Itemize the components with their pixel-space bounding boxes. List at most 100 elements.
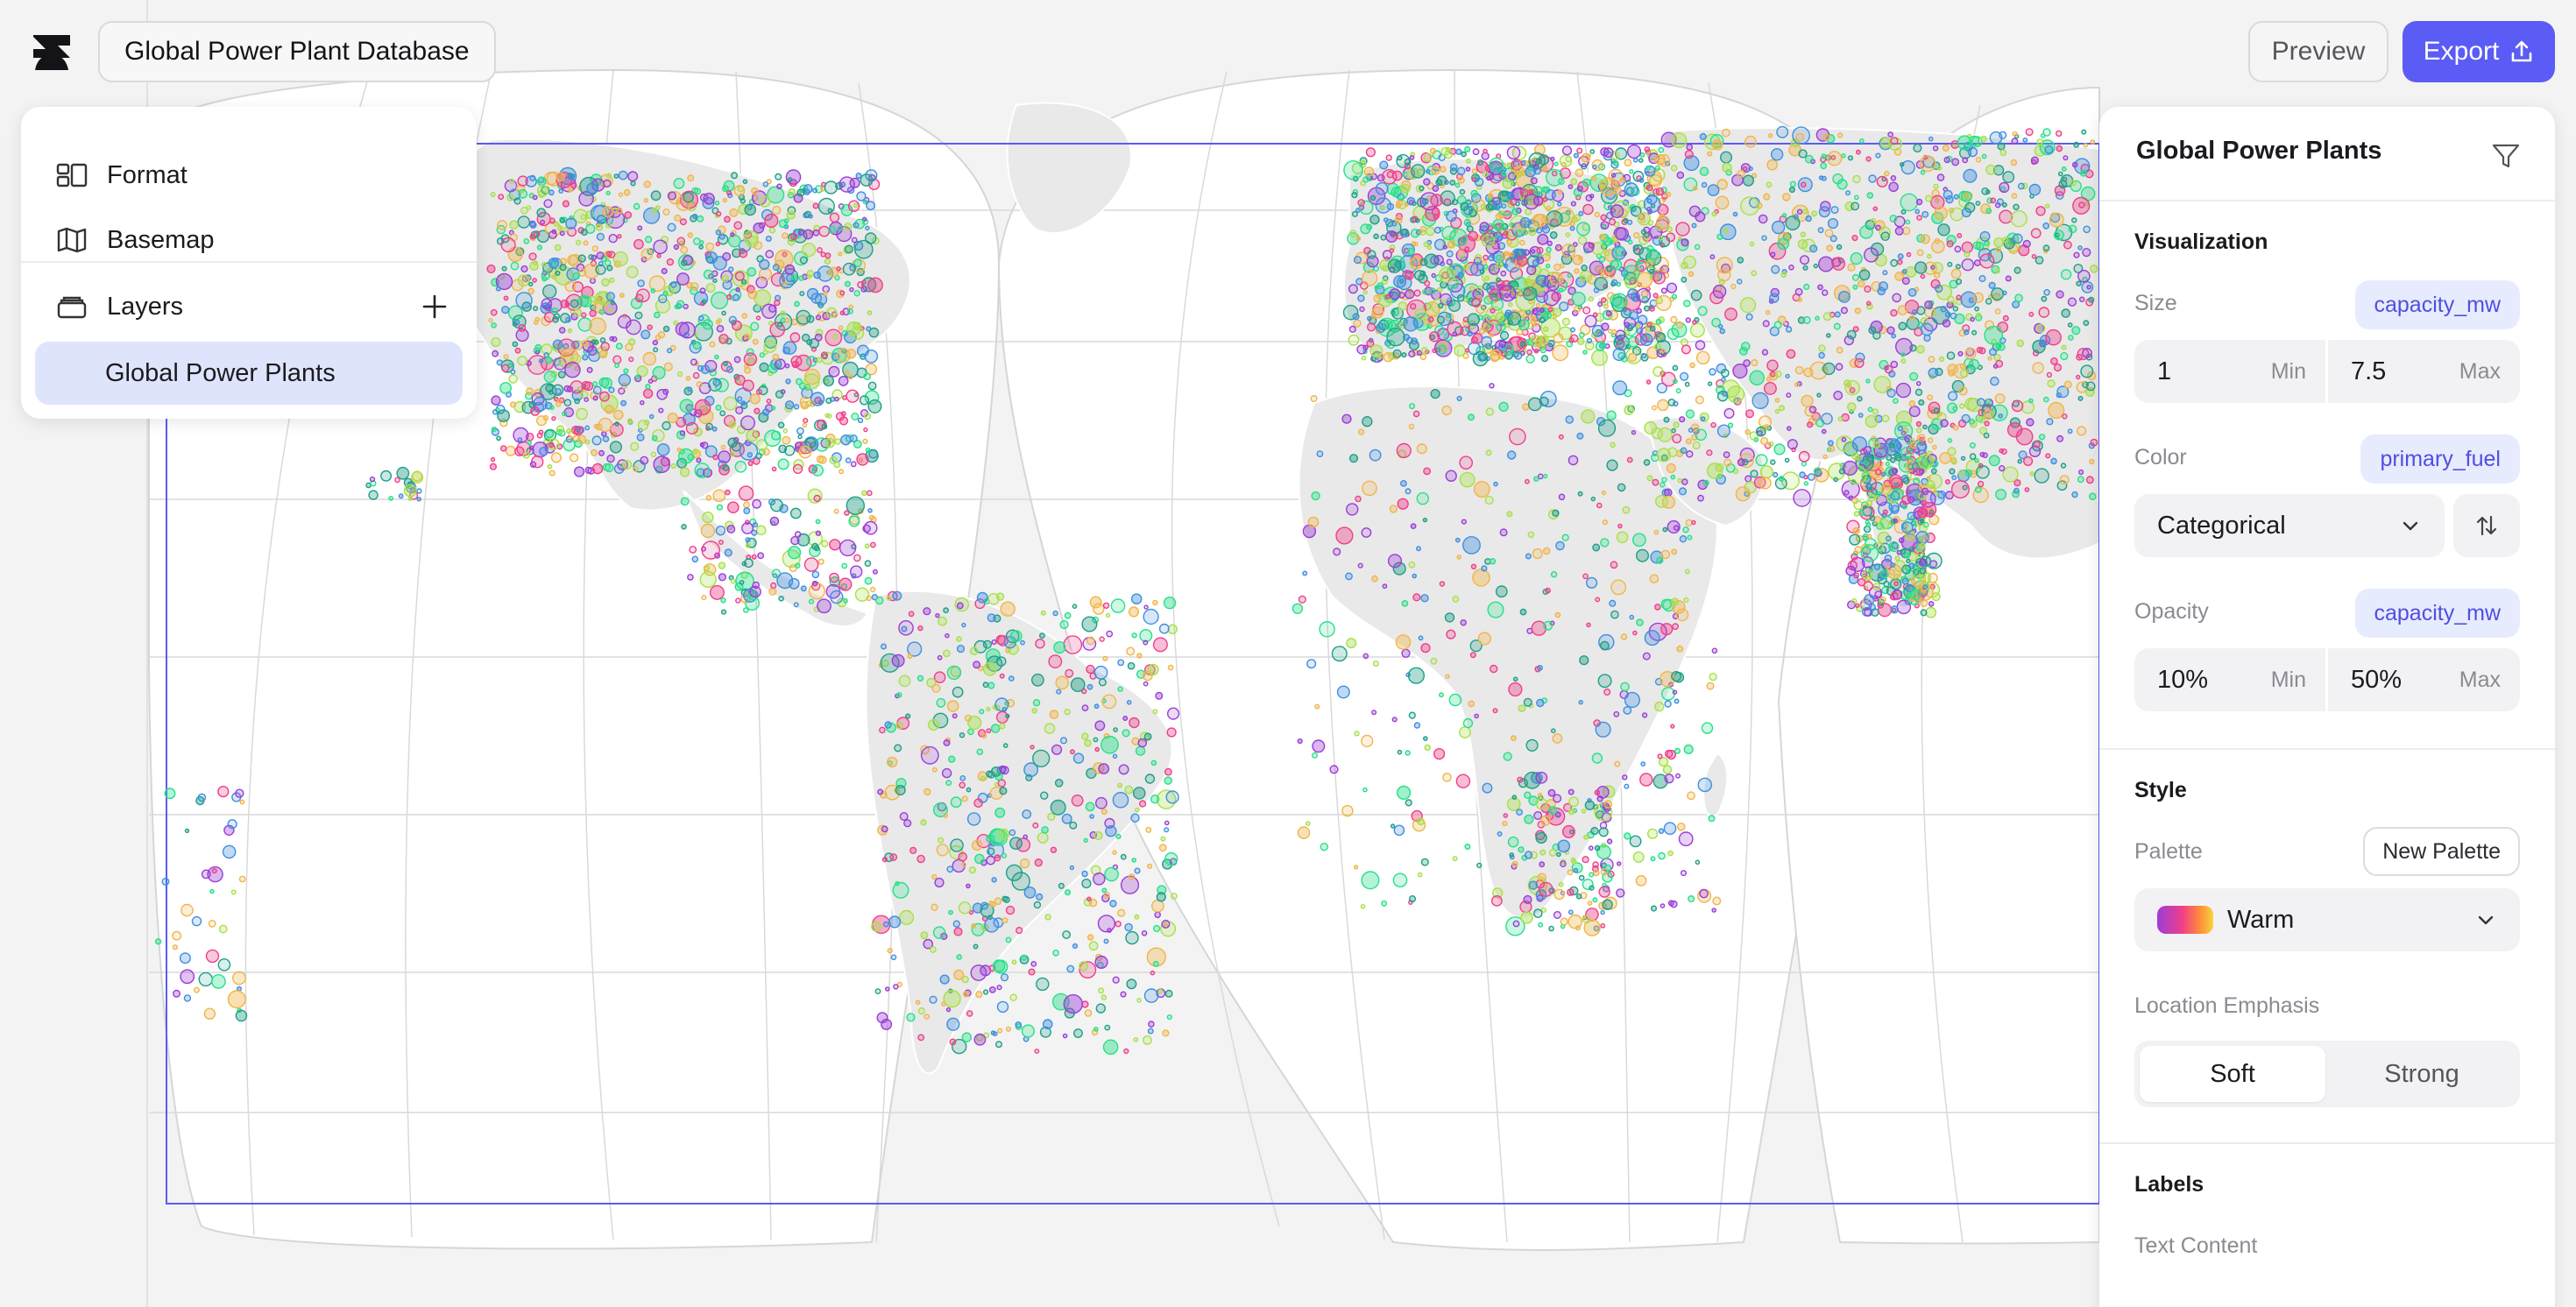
plant-marker xyxy=(208,920,216,928)
plant-marker xyxy=(539,446,548,456)
plant-marker xyxy=(1629,169,1634,174)
plant-marker xyxy=(1468,230,1479,242)
reverse-order-button[interactable] xyxy=(2453,494,2520,557)
plant-marker xyxy=(554,244,562,251)
plant-marker xyxy=(769,516,780,526)
opacity-min-field[interactable]: 10% Min xyxy=(2134,648,2325,711)
plant-marker xyxy=(1016,926,1023,935)
plant-marker xyxy=(715,241,720,247)
plant-marker xyxy=(1897,425,1903,432)
plant-marker xyxy=(692,213,698,220)
emphasis-soft-option[interactable]: Soft xyxy=(2140,1046,2325,1102)
plant-marker xyxy=(1485,449,1492,456)
plant-marker xyxy=(1509,198,1518,206)
plant-marker xyxy=(518,188,528,199)
plant-marker xyxy=(1523,230,1529,236)
plant-marker xyxy=(1008,675,1015,682)
plant-marker xyxy=(673,244,680,251)
plant-marker xyxy=(1409,155,1415,160)
plant-marker xyxy=(1533,811,1543,821)
plant-marker xyxy=(517,355,527,366)
plant-marker xyxy=(1666,226,1673,233)
plant-marker xyxy=(1362,653,1369,660)
opacity-max-field[interactable]: 50% Max xyxy=(2328,648,2520,711)
plant-marker xyxy=(746,429,759,442)
document-title-button[interactable]: Global Power Plant Database xyxy=(98,21,496,82)
plant-marker xyxy=(1610,579,1627,596)
plant-marker xyxy=(1933,407,1941,414)
add-layer-button[interactable] xyxy=(417,289,452,324)
plant-marker xyxy=(853,222,860,229)
map-icon xyxy=(57,227,87,253)
plant-marker xyxy=(1525,738,1539,752)
plant-marker xyxy=(1955,264,1962,270)
plant-marker xyxy=(820,351,829,359)
color-mode-value: Categorical xyxy=(2157,511,2286,540)
plant-marker xyxy=(1985,298,1992,305)
plant-marker xyxy=(1560,860,1567,868)
plant-marker xyxy=(1647,248,1660,260)
plant-marker xyxy=(1685,317,1692,323)
basemap-menu-item[interactable]: Basemap xyxy=(56,215,215,265)
plant-marker xyxy=(1748,166,1753,172)
size-max-field[interactable]: 7.5 Max xyxy=(2328,340,2520,403)
plant-marker xyxy=(1772,471,1779,478)
plant-marker xyxy=(1051,744,1063,755)
new-palette-button[interactable]: New Palette xyxy=(2363,827,2520,876)
export-button[interactable]: Export xyxy=(2403,21,2555,82)
plant-marker xyxy=(738,485,754,502)
plant-marker xyxy=(937,837,945,844)
emphasis-strong-option[interactable]: Strong xyxy=(2329,1046,2515,1102)
color-mode-select[interactable]: Categorical xyxy=(2134,494,2445,557)
plant-marker xyxy=(1972,241,1982,250)
color-field-value: primary_fuel xyxy=(2380,446,2501,471)
plant-marker xyxy=(718,233,725,240)
format-menu-item[interactable]: Format xyxy=(56,151,188,200)
plant-marker xyxy=(1631,430,1637,435)
filter-button[interactable] xyxy=(2490,140,2522,172)
plant-marker xyxy=(564,280,577,293)
plant-marker xyxy=(674,214,682,223)
plant-marker xyxy=(1688,271,1695,278)
plant-marker xyxy=(1517,255,1528,267)
plant-marker xyxy=(1502,820,1508,827)
plant-marker xyxy=(1822,454,1829,460)
plant-marker xyxy=(1093,737,1099,743)
plant-marker xyxy=(1837,132,1844,138)
size-min-field[interactable]: 1 Min xyxy=(2134,340,2325,403)
plant-marker xyxy=(1137,738,1148,748)
plant-marker xyxy=(1960,456,1966,461)
plant-marker xyxy=(1582,242,1595,253)
plant-marker xyxy=(1568,809,1575,816)
color-field-chip[interactable]: primary_fuel xyxy=(2360,434,2520,484)
plant-marker xyxy=(1100,994,1108,1000)
plant-marker xyxy=(1684,381,1690,387)
plant-marker xyxy=(2081,129,2087,135)
opacity-field-chip[interactable]: capacity_mw xyxy=(2354,589,2520,638)
plant-marker xyxy=(1481,565,1488,572)
plant-marker xyxy=(1853,500,1864,511)
plant-marker xyxy=(1131,632,1137,639)
plant-marker xyxy=(1659,482,1666,488)
plant-marker xyxy=(700,523,716,539)
plant-marker xyxy=(1960,190,1972,202)
plant-marker xyxy=(1991,287,2005,301)
plant-marker xyxy=(764,213,779,229)
layer-item-global-power-plants[interactable]: Global Power Plants xyxy=(35,342,463,405)
plant-marker xyxy=(1352,313,1360,321)
plant-marker xyxy=(1802,315,1811,324)
size-field-chip[interactable]: capacity_mw xyxy=(2354,280,2520,329)
app-logo[interactable] xyxy=(32,33,72,72)
plant-marker xyxy=(735,597,741,604)
plant-marker xyxy=(1851,235,1858,242)
preview-button[interactable]: Preview xyxy=(2248,21,2388,82)
plant-marker xyxy=(1700,416,1706,421)
plant-marker xyxy=(905,713,911,719)
palette-select[interactable]: Warm xyxy=(2134,888,2520,951)
plant-marker xyxy=(1617,523,1623,529)
plant-marker xyxy=(488,317,493,323)
plant-marker xyxy=(1652,271,1667,285)
plant-marker xyxy=(999,723,1006,730)
plant-marker xyxy=(209,888,215,894)
plant-marker xyxy=(2036,138,2044,146)
